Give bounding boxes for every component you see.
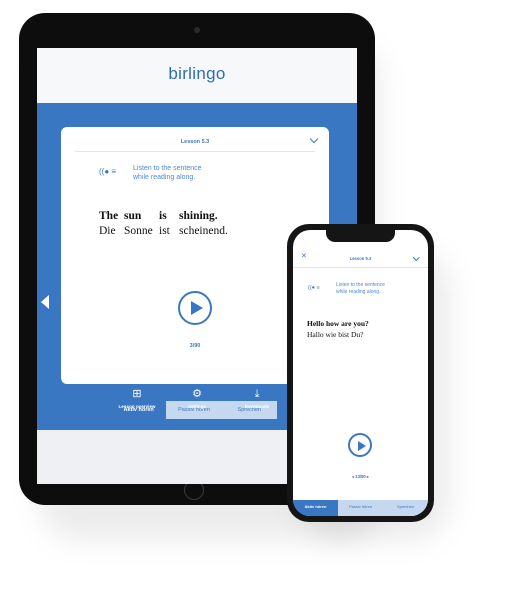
- app-header: birlingo: [37, 48, 357, 103]
- tablet-camera: [194, 27, 200, 33]
- download-icon: ⤓: [254, 388, 260, 400]
- sentence-word-en[interactable]: The: [99, 210, 118, 222]
- phone-device: ✕ Lesson 5.3 ((● ≡ Listen to the sentenc…: [287, 224, 434, 522]
- nav-label: Lesson overview: [118, 404, 156, 409]
- play-icon: [358, 440, 366, 451]
- previous-arrow-icon[interactable]: [41, 295, 49, 309]
- tab-sprechen[interactable]: Sprechen: [383, 500, 428, 516]
- sentence-word-en[interactable]: shining.: [179, 210, 218, 222]
- phone-notch: [326, 230, 395, 242]
- sentence-word-de[interactable]: Die: [99, 225, 116, 237]
- instruction-text: Listen to the sentence while reading alo…: [336, 282, 385, 295]
- header-divider: [293, 267, 428, 268]
- nav-downloads[interactable]: ⤓ Downloads: [227, 388, 287, 409]
- nav-label: Settings: [187, 404, 207, 409]
- play-button[interactable]: [178, 291, 212, 325]
- gear-icon: ⚙: [192, 388, 202, 400]
- grid-icon: ⊞: [132, 388, 142, 400]
- nav-label: Downloads: [244, 404, 270, 409]
- lesson-title[interactable]: Lesson 5.3: [61, 139, 329, 145]
- mode-tabs: Aktiv hören Passiv hören Sprechen: [293, 500, 428, 516]
- birlingo-logo: birlingo: [168, 64, 226, 83]
- tab-passiv-hoeren[interactable]: Passiv hören: [338, 500, 383, 516]
- sentence-word-en[interactable]: is: [159, 210, 167, 222]
- play-button[interactable]: [348, 433, 372, 457]
- sentence-de[interactable]: Hallo wie bist Du?: [307, 330, 363, 339]
- lesson-title[interactable]: Lesson 5.3: [293, 256, 428, 261]
- instruction-line-1: Listen to the sentence: [133, 165, 202, 172]
- instruction-line-1: Listen to the sentence: [336, 282, 385, 288]
- card-divider: [75, 151, 315, 152]
- tab-aktiv-hoeren[interactable]: Aktiv hören: [293, 500, 338, 516]
- sentence-word-de[interactable]: Sonne: [124, 225, 153, 237]
- listen-read-icon: ((● ≡: [99, 167, 117, 176]
- sentence-word-de[interactable]: ist: [159, 225, 170, 237]
- phone-screen: ✕ Lesson 5.3 ((● ≡ Listen to the sentenc…: [293, 230, 428, 516]
- play-icon: [191, 300, 203, 315]
- sentence-word-en[interactable]: sun: [124, 210, 141, 222]
- listen-read-icon: ((● ≡: [308, 285, 320, 291]
- sentence-en[interactable]: Hello how are you?: [307, 319, 369, 328]
- instruction-text: Listen to the sentence while reading alo…: [133, 164, 202, 182]
- sentence-word-de[interactable]: scheinend.: [179, 225, 228, 237]
- sentence-pager[interactable]: ◂ 13/90 ▸: [293, 474, 428, 479]
- instruction-line-2: while reading along.: [336, 288, 381, 295]
- nav-settings[interactable]: ⚙ Settings: [167, 388, 227, 409]
- nav-lesson-overview[interactable]: ⊞ Lesson overview: [107, 388, 167, 409]
- instruction-line-2: while reading along.: [133, 174, 196, 181]
- bottom-nav: ⊞ Lesson overview ⚙ Settings ⤓ Downloads: [107, 388, 287, 409]
